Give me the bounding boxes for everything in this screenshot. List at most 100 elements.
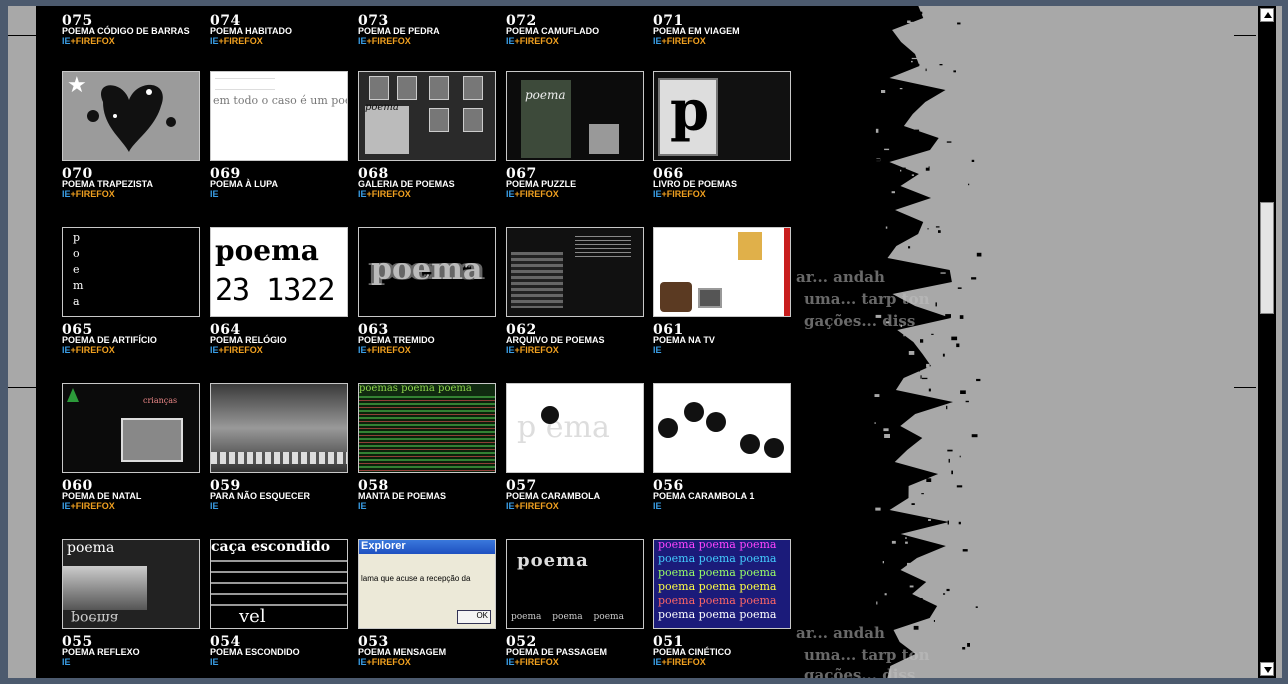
- poem-title[interactable]: POEMA DE PEDRA: [358, 26, 440, 36]
- poem-card[interactable]: Explorer lama que acuse a recepção da OK…: [358, 539, 498, 667]
- tv-icon: [698, 288, 722, 308]
- scroll-thumb[interactable]: [1260, 202, 1274, 314]
- poem-card[interactable]: crianças 060 POEMA DE NATAL IE+FIREFOX: [62, 383, 202, 511]
- poem-title[interactable]: LIVRO DE POEMAS: [653, 179, 737, 189]
- poem-card[interactable]: 062 ARQUIVO DE POEMAS IE+FIREFOX: [506, 227, 646, 355]
- browser-compat[interactable]: IE+FIREFOX: [506, 345, 559, 355]
- poem-thumbnail[interactable]: poema 23 1322: [210, 227, 348, 317]
- poem-thumbnail[interactable]: p: [653, 71, 791, 161]
- poem-title[interactable]: MANTA DE POEMAS: [358, 491, 446, 501]
- poem-title[interactable]: POEMA NA TV: [653, 335, 715, 345]
- scroll-down-button[interactable]: [1260, 662, 1274, 676]
- poem-card[interactable]: poema 23 1322 064 POEMA RELÓGIO IE+FIREFOX: [210, 227, 350, 355]
- poem-card[interactable]: 071 POEMA EM VIAGEM IE+FIREFOX: [653, 6, 793, 46]
- poem-card[interactable]: 075 POEMA CÓDIGO DE BARRAS IE+FIREFOX: [62, 6, 202, 46]
- browser-compat[interactable]: IE+FIREFOX: [653, 189, 706, 199]
- poem-thumbnail[interactable]: Explorer lama que acuse a recepção da OK: [358, 539, 496, 629]
- scroll-up-button[interactable]: [1260, 8, 1274, 22]
- poem-card[interactable]: em todo o caso é um poema 069POEMA À LUP…: [210, 71, 350, 199]
- browser-compat[interactable]: IE+FIREFOX: [358, 36, 411, 46]
- poem-thumbnail[interactable]: ★: [62, 71, 200, 161]
- poem-title[interactable]: POEMA PUZZLE: [506, 179, 576, 189]
- poem-title[interactable]: POEMA DE ARTIFÍCIO: [62, 335, 157, 345]
- browser-compat[interactable]: IE+FIREFOX: [506, 36, 559, 46]
- poem-card[interactable]: ★ 070 POEMA TRAPEZISTA IE+FIREFOX: [62, 71, 202, 199]
- poem-title[interactable]: PARA NÃO ESQUECER: [210, 491, 310, 501]
- browser-compat[interactable]: IE+FIREFOX: [653, 657, 706, 667]
- poem-card[interactable]: poema poema poema poema poema poema poema …: [653, 539, 793, 667]
- poem-thumbnail[interactable]: caça escondido vel: [210, 539, 348, 629]
- poem-title[interactable]: POEMA CÓDIGO DE BARRAS: [62, 26, 190, 36]
- poem-title[interactable]: POEMA HABITADO: [210, 26, 292, 36]
- poem-card[interactable]: p 066 LIVRO DE POEMAS IE+FIREFOX: [653, 71, 793, 199]
- poem-thumbnail[interactable]: poema: [358, 227, 496, 317]
- poem-title[interactable]: POEMA TREMIDO: [358, 335, 435, 345]
- poem-thumbnail[interactable]: poemas poema poema: [358, 383, 496, 473]
- poem-card[interactable]: poema 067 POEMA PUZZLE IE+FIREFOX: [506, 71, 646, 199]
- poem-title[interactable]: POEMA DE NATAL: [62, 491, 141, 501]
- poem-card[interactable]: poema 068 GALERIA DE POEMAS IE+FIREFOX: [358, 71, 498, 199]
- poem-thumbnail[interactable]: [653, 227, 791, 317]
- poem-thumbnail[interactable]: poema: [358, 71, 496, 161]
- poem-thumbnail[interactable]: poema: [506, 71, 644, 161]
- browser-compat[interactable]: IE+FIREFOX: [210, 36, 263, 46]
- poem-thumbnail[interactable]: [506, 227, 644, 317]
- poem-card[interactable]: p ema 057 POEMA CARAMBOLA IE+FIREFOX: [506, 383, 646, 511]
- browser-compat[interactable]: IE+FIREFOX: [358, 189, 411, 199]
- browser-compat[interactable]: IE+FIREFOX: [62, 189, 115, 199]
- poem-thumbnail[interactable]: poema poema poema poema poema poema poema …: [653, 539, 791, 629]
- browser-compat[interactable]: IE: [358, 501, 367, 511]
- poem-card[interactable]: p o e m a 065 POEMA DE ARTIFÍCIO IE+FIREFOX: [62, 227, 202, 355]
- vertical-scrollbar[interactable]: [1258, 6, 1276, 678]
- poem-title[interactable]: POEMA CINÉTICO: [653, 647, 731, 657]
- poem-title[interactable]: GALERIA DE POEMAS: [358, 179, 455, 189]
- browser-compat[interactable]: IE+FIREFOX: [358, 657, 411, 667]
- browser-compat[interactable]: IE+FIREFOX: [62, 501, 115, 511]
- poem-card[interactable]: 059 PARA NÃO ESQUECER IE: [210, 383, 350, 511]
- browser-compat[interactable]: IE+FIREFOX: [506, 189, 559, 199]
- poem-thumbnail[interactable]: p ema: [506, 383, 644, 473]
- browser-compat[interactable]: IE: [210, 189, 219, 199]
- browser-compat[interactable]: IE: [210, 657, 219, 667]
- browser-compat[interactable]: IE: [653, 345, 662, 355]
- poem-title[interactable]: POEMA TRAPEZISTA: [62, 179, 153, 189]
- poem-thumbnail[interactable]: [653, 383, 791, 473]
- poem-title[interactable]: POEMA ESCONDIDO: [210, 647, 300, 657]
- poem-card[interactable]: 072 POEMA CAMUFLADO IE+FIREFOX: [506, 6, 646, 46]
- browser-compat[interactable]: IE+FIREFOX: [506, 657, 559, 667]
- poem-thumbnail[interactable]: poema poema: [62, 539, 200, 629]
- poem-title[interactable]: POEMA RELÓGIO: [210, 335, 287, 345]
- poem-thumbnail[interactable]: p o e m a: [62, 227, 200, 317]
- browser-compat[interactable]: IE+FIREFOX: [62, 345, 115, 355]
- poem-card[interactable]: poema poema 055 POEMA REFLEXO IE: [62, 539, 202, 667]
- poem-thumbnail[interactable]: crianças: [62, 383, 200, 473]
- poem-thumbnail[interactable]: [210, 383, 348, 473]
- browser-compat[interactable]: IE+FIREFOX: [358, 345, 411, 355]
- poem-card[interactable]: 061 POEMA NA TV IE: [653, 227, 793, 355]
- poem-title[interactable]: POEMA CAMUFLADO: [506, 26, 599, 36]
- browser-compat[interactable]: IE+FIREFOX: [210, 345, 263, 355]
- poem-card[interactable]: poema 063 POEMA TREMIDO IE+FIREFOX: [358, 227, 498, 355]
- poem-title[interactable]: POEMA MENSAGEM: [358, 647, 446, 657]
- poem-title[interactable]: POEMA CARAMBOLA 1: [653, 491, 754, 501]
- poem-title[interactable]: POEMA À LUPA: [210, 179, 278, 189]
- browser-compat[interactable]: IE: [210, 501, 219, 511]
- poem-title[interactable]: POEMA CARAMBOLA: [506, 491, 600, 501]
- browser-compat[interactable]: IE+FIREFOX: [62, 36, 115, 46]
- browser-compat[interactable]: IE+FIREFOX: [653, 36, 706, 46]
- poem-title[interactable]: POEMA REFLEXO: [62, 647, 140, 657]
- poem-thumbnail[interactable]: poema poema poema poema: [506, 539, 644, 629]
- browser-compat[interactable]: IE: [653, 501, 662, 511]
- poem-card[interactable]: poema poema poema poema 052 POEMA DE PASSA…: [506, 539, 646, 667]
- browser-compat[interactable]: IE: [62, 657, 71, 667]
- poem-title[interactable]: POEMA EM VIAGEM: [653, 26, 740, 36]
- poem-title[interactable]: POEMA DE PASSAGEM: [506, 647, 607, 657]
- poem-thumbnail[interactable]: em todo o caso é um poema: [210, 71, 348, 161]
- poem-card[interactable]: caça escondido vel 054 POEMA ESCONDIDO IE: [210, 539, 350, 667]
- poem-card[interactable]: 074 POEMA HABITADO IE+FIREFOX: [210, 6, 350, 46]
- poem-card[interactable]: 073 POEMA DE PEDRA IE+FIREFOX: [358, 6, 498, 46]
- poem-card[interactable]: 056 POEMA CARAMBOLA 1 IE: [653, 383, 793, 511]
- browser-compat[interactable]: IE+FIREFOX: [506, 501, 559, 511]
- poem-card[interactable]: poemas poema poema 058 MANTA DE POEMAS IE: [358, 383, 498, 511]
- poem-title[interactable]: ARQUIVO DE POEMAS: [506, 335, 605, 345]
